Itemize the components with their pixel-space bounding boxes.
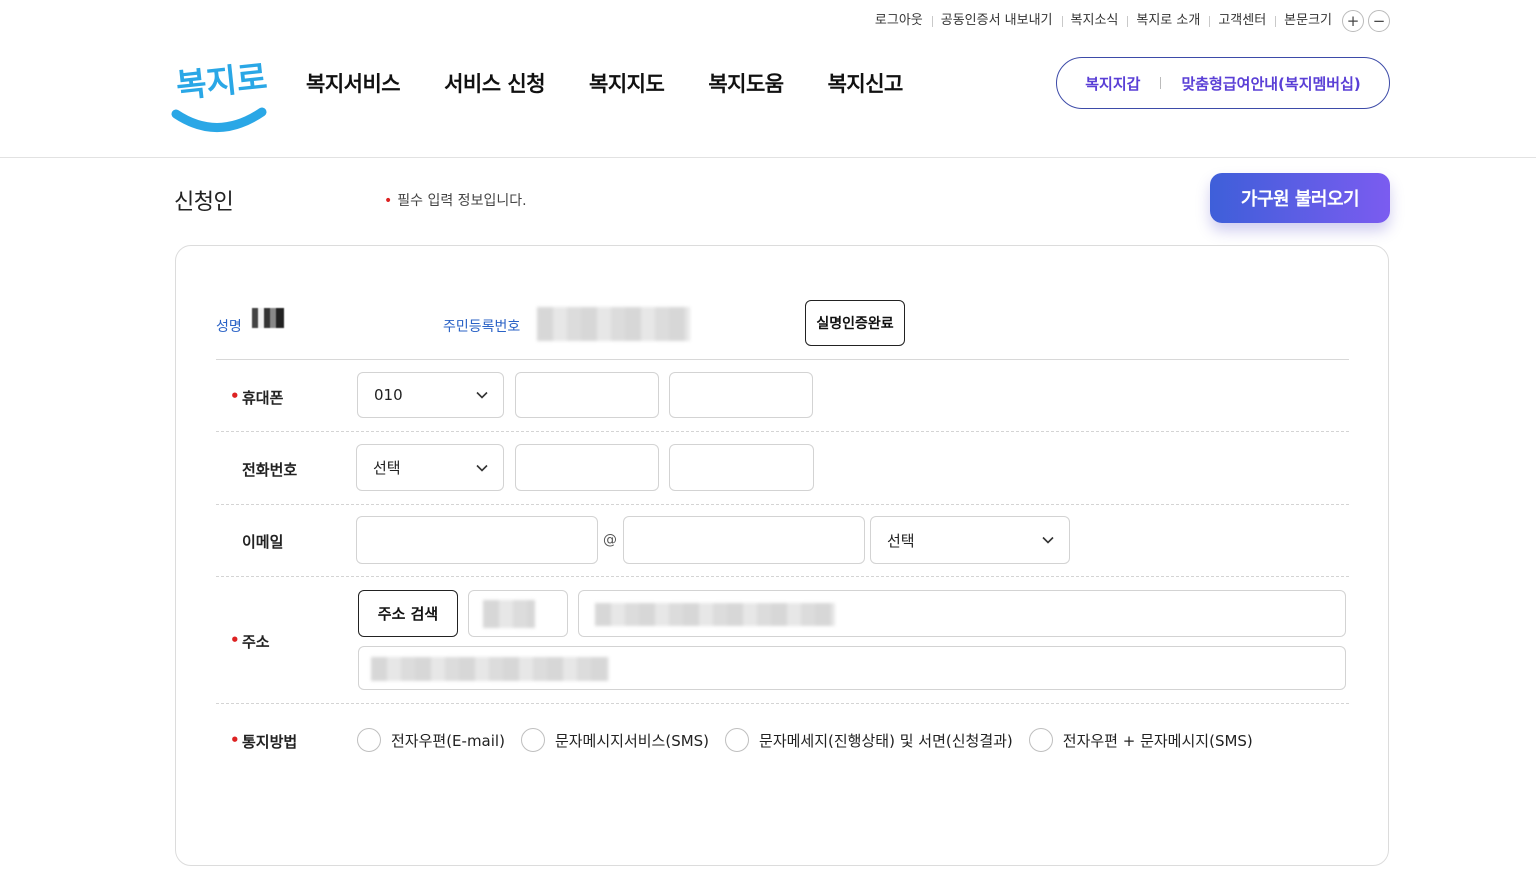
required-mark: •	[230, 387, 240, 405]
mobile-row: • 휴대폰 010	[216, 360, 1349, 432]
postal-code-input[interactable]	[468, 590, 568, 637]
applicant-identity-row: 성명 주민등록번호 실명인증완료	[216, 300, 1349, 360]
required-note: • 필수 입력 정보입니다.	[384, 190, 527, 210]
quick-links: 복지지갑 맞춤형급여안내(복지멤버십)	[1056, 57, 1390, 109]
load-family-button[interactable]: 가구원 불러오기	[1210, 173, 1390, 223]
mobile-prefix-value: 010	[374, 386, 403, 404]
welfare-wallet-link[interactable]: 복지지갑	[1085, 73, 1140, 94]
postal-code-redacted	[483, 600, 535, 628]
site-header: 복지로 복지서비스 서비스 신청 복지지도 복지도움 복지신고 복지지갑 맞춤형…	[0, 0, 1536, 158]
logo-mark: 복지로	[171, 57, 269, 132]
email-domain-select-value: 선택	[887, 531, 915, 550]
notice-label-text: 통지방법	[242, 733, 298, 751]
nav-welfare-help[interactable]: 복지도움	[708, 68, 784, 98]
chevron-down-icon	[476, 391, 488, 399]
address-row: • 주소 주소 검색	[216, 576, 1349, 704]
name-value-redacted	[252, 308, 284, 328]
welfare-membership-link[interactable]: 맞춤형급여안내(복지멤버십)	[1181, 73, 1360, 94]
phone-last-input[interactable]	[669, 444, 814, 491]
mobile-label-text: 휴대폰	[242, 389, 284, 407]
email-id-input[interactable]	[356, 516, 598, 564]
required-mark: •	[230, 731, 240, 749]
phone-label: 전화번호	[242, 461, 298, 479]
notice-option-email[interactable]: 전자우편(E-mail)	[357, 728, 505, 752]
notice-option-sms[interactable]: 문자메시지서비스(SMS)	[520, 728, 710, 752]
address-label: • 주소	[230, 631, 270, 652]
mobile-last-input[interactable]	[669, 372, 813, 418]
notice-option-sms-and-paper[interactable]: 문자메세지(진행상태) 및 서면(신청결과)	[725, 728, 1013, 752]
address-search-button[interactable]: 주소 검색	[358, 590, 458, 637]
notice-option-label: 문자메세지(진행상태) 및 서면(신청결과)	[759, 731, 1013, 750]
verify-complete-button[interactable]: 실명인증완료	[805, 300, 905, 346]
notice-option-label: 문자메시지서비스(SMS)	[554, 731, 710, 750]
logo-text: 복지로	[174, 57, 269, 105]
site-logo[interactable]: 복지로	[170, 52, 270, 142]
logo-smile	[171, 107, 267, 132]
phone-divider	[216, 504, 1349, 505]
address-label-text: 주소	[242, 633, 270, 651]
quick-divider	[1160, 77, 1162, 89]
email-at-sign: @	[603, 532, 617, 548]
mobile-label: • 휴대폰	[230, 387, 284, 408]
name-label: 성명	[216, 319, 242, 335]
rrn-label: 주민등록번호	[443, 319, 521, 335]
detail-address-input[interactable]	[358, 646, 1346, 690]
notice-option-label: 전자우편(E-mail)	[391, 731, 505, 750]
phone-middle-input[interactable]	[515, 444, 659, 491]
email-domain-input[interactable]	[623, 516, 865, 564]
road-address-input[interactable]	[578, 590, 1346, 637]
rrn-value-redacted	[537, 307, 690, 341]
email-label: 이메일	[242, 533, 284, 551]
mobile-prefix-select[interactable]: 010	[357, 372, 504, 418]
radio-button[interactable]	[520, 728, 545, 752]
phone-prefix-select[interactable]: 선택	[356, 444, 504, 491]
section-title: 신청인	[174, 190, 234, 215]
nav-service-apply[interactable]: 서비스 신청	[444, 68, 545, 98]
notice-row: • 통지방법 전자우편(E-mail) 문자메시지서비스(SMS) 문자메세지(진…	[216, 704, 1349, 774]
required-note-text: 필수 입력 정보입니다.	[397, 193, 527, 209]
notice-options: 전자우편(E-mail) 문자메시지서비스(SMS) 문자메세지(진행상태) 및…	[357, 728, 1269, 752]
radio-button[interactable]	[725, 728, 750, 752]
radio-button[interactable]	[1028, 728, 1053, 752]
nav-welfare-services[interactable]: 복지서비스	[306, 68, 401, 98]
notice-option-email-and-sms[interactable]: 전자우편 + 문자메시지(SMS)	[1028, 728, 1253, 752]
applicant-form: 성명 주민등록번호 실명인증완료 • 휴대폰 010 전화번호 선택 이메일 @ …	[175, 245, 1389, 866]
notice-option-label: 전자우편 + 문자메시지(SMS)	[1062, 731, 1253, 750]
phone-prefix-value: 선택	[373, 459, 401, 477]
nav-welfare-report[interactable]: 복지신고	[828, 68, 904, 98]
road-address-redacted	[595, 603, 835, 626]
chevron-down-icon	[1042, 536, 1054, 544]
main-nav: 복지서비스 서비스 신청 복지지도 복지도움 복지신고	[306, 68, 947, 98]
radio-button[interactable]	[357, 728, 381, 752]
nav-welfare-map[interactable]: 복지지도	[589, 68, 665, 98]
detail-address-redacted	[371, 657, 609, 681]
email-domain-select[interactable]: 선택	[870, 516, 1070, 564]
chevron-down-icon	[476, 464, 488, 472]
required-mark: •	[384, 193, 393, 209]
required-mark: •	[230, 631, 240, 649]
notice-label: • 통지방법	[230, 731, 298, 752]
mobile-middle-input[interactable]	[515, 372, 659, 418]
